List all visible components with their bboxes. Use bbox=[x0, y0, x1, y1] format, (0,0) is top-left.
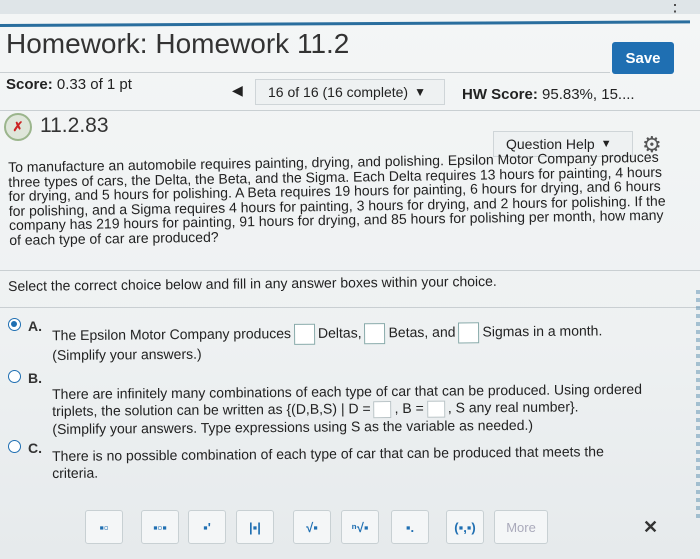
fraction-button[interactable]: ▪▫ bbox=[85, 510, 123, 544]
divider bbox=[0, 270, 700, 271]
decimal-button[interactable]: ▪. bbox=[391, 510, 429, 544]
exponent-button[interactable]: ▪' bbox=[188, 510, 226, 544]
d-expression-box[interactable] bbox=[373, 400, 392, 418]
instruction-text: Select the correct choice below and fill… bbox=[8, 272, 497, 294]
question-selector[interactable]: 16 of 16 (16 complete) ▼ bbox=[255, 79, 445, 105]
mixed-number-button[interactable]: ▪▫▪ bbox=[141, 510, 179, 544]
choice-a-text: The Epsilon Motor Company produces Deltas… bbox=[52, 321, 652, 364]
hw-score: HW Score: 95.83%, 15.... bbox=[462, 86, 635, 103]
homework-page: ⋮ Homework: Homework 11.2 Save Score: 0.… bbox=[0, 0, 700, 559]
betas-answer-box[interactable] bbox=[364, 323, 386, 345]
choice-c-radio[interactable] bbox=[8, 440, 21, 453]
deltas-answer-box[interactable] bbox=[293, 323, 316, 345]
divider bbox=[0, 110, 700, 111]
save-button[interactable]: Save bbox=[612, 42, 674, 74]
problem-text: To manufacture an automobile requires pa… bbox=[7, 148, 666, 248]
more-button[interactable]: More bbox=[494, 510, 548, 544]
b-expression-box[interactable] bbox=[426, 400, 445, 418]
divider bbox=[0, 307, 700, 308]
choice-c-text-2: criteria. bbox=[52, 464, 99, 481]
hw-score-label: HW Score: bbox=[462, 86, 538, 103]
incorrect-status-icon: ✗ bbox=[4, 113, 32, 141]
choice-b-text: There are infinitely many combinations o… bbox=[52, 381, 652, 438]
window-edge bbox=[696, 290, 700, 520]
choice-c-letter: C. bbox=[28, 440, 42, 456]
choice-a-letter: A. bbox=[28, 318, 42, 334]
choice-a-text-1: The Epsilon Motor Company produces bbox=[52, 325, 292, 344]
choice-b-note: (Simplify your answers. Type expressions… bbox=[52, 416, 534, 437]
previous-question-icon[interactable]: ◀ bbox=[232, 82, 243, 99]
choice-b-text-4: , S any real number}. bbox=[447, 398, 579, 416]
choice-c-text: There is no possible combination of each… bbox=[52, 443, 652, 482]
math-toolbar: ▪▫ ▪▫▪ ▪' |▪| √▪ ⁿ√▪ ▪. (▪,▪) More ✕ bbox=[0, 505, 700, 559]
question-progress: 16 of 16 (16 complete) bbox=[268, 84, 409, 100]
choice-c-text-1: There is no possible combination of each… bbox=[52, 443, 604, 464]
question-number: 11.2.83 bbox=[40, 114, 109, 137]
header-rule bbox=[0, 20, 690, 27]
score-display: Score: 0.33 of 1 pt bbox=[6, 76, 132, 93]
choice-b-letter: B. bbox=[28, 370, 42, 386]
choice-b-radio[interactable] bbox=[8, 370, 21, 383]
nth-root-button[interactable]: ⁿ√▪ bbox=[341, 510, 379, 544]
score-label: Score: bbox=[6, 76, 53, 93]
score-value: 0.33 of 1 pt bbox=[56, 76, 132, 93]
choice-a-note: (Simplify your answers.) bbox=[52, 345, 202, 363]
page-title: Homework: Homework 11.2 bbox=[6, 28, 350, 59]
choice-a-text-2: Deltas, bbox=[317, 324, 362, 341]
choice-b-text-2: triplets, the solution can be written as… bbox=[52, 400, 371, 419]
ordered-pair-button[interactable]: (▪,▪) bbox=[446, 510, 484, 544]
choice-b-text-3: , B = bbox=[394, 399, 424, 417]
hw-score-value: 95.83%, 15.... bbox=[542, 86, 635, 103]
choice-a-text-4: Sigmas in a month. bbox=[482, 322, 603, 340]
browser-strip bbox=[0, 0, 700, 14]
choice-a-text-3: Betas, and bbox=[388, 323, 456, 341]
choice-a-radio[interactable] bbox=[8, 318, 21, 331]
more-options-icon[interactable]: ⋮ bbox=[666, 0, 684, 14]
absolute-value-button[interactable]: |▪| bbox=[236, 510, 274, 544]
chevron-down-icon: ▼ bbox=[414, 85, 426, 99]
sigmas-answer-box[interactable] bbox=[458, 322, 480, 344]
square-root-button[interactable]: √▪ bbox=[293, 510, 331, 544]
chevron-down-icon: ▼ bbox=[600, 138, 612, 150]
divider bbox=[0, 72, 610, 73]
close-icon[interactable]: ✕ bbox=[643, 517, 658, 538]
